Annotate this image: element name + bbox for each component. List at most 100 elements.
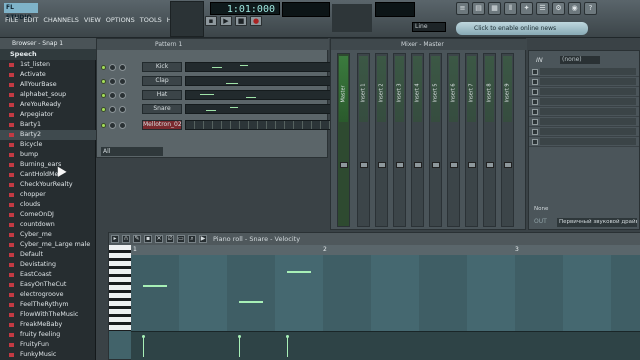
browser-item[interactable]: 1st_listen: [0, 60, 96, 70]
pan-knob[interactable]: [109, 91, 116, 99]
mixer-track-insert-1[interactable]: Insert 1: [357, 53, 370, 227]
effect-slot-2[interactable]: [529, 77, 639, 87]
menu-edit[interactable]: EDIT: [22, 14, 39, 26]
menu-file[interactable]: FILE: [4, 14, 19, 26]
velocity-bar[interactable]: [238, 335, 241, 357]
channel-rack-icon[interactable]: ▦: [488, 2, 501, 15]
note-grid[interactable]: [131, 255, 640, 331]
browser-item[interactable]: countdown: [0, 220, 96, 230]
browser-item[interactable]: chopper: [0, 190, 96, 200]
note[interactable]: [143, 285, 167, 287]
menu-view[interactable]: VIEW: [83, 14, 102, 26]
effect-slot-8[interactable]: [529, 137, 639, 147]
browser-item[interactable]: Barty1: [0, 120, 96, 130]
browser-item[interactable]: electrogroove: [0, 290, 96, 300]
channel-step-sequence[interactable]: [185, 76, 333, 86]
browser-item[interactable]: Cyber_me_Large male: [0, 240, 96, 250]
browser-item[interactable]: clouds: [0, 200, 96, 210]
browser-item[interactable]: Burning_ears: [0, 160, 96, 170]
mute-led[interactable]: [101, 92, 106, 98]
browser-item[interactable]: ComeOnDJ: [0, 210, 96, 220]
browser-item[interactable]: EasyOnTheCut: [0, 280, 96, 290]
browser-item[interactable]: bump: [0, 150, 96, 160]
pattern-mode-button[interactable]: ▪: [205, 16, 217, 26]
snap-dropdown[interactable]: Line: [412, 22, 446, 32]
channel-step-sequence[interactable]: [185, 120, 333, 130]
browser-item[interactable]: FeelTheRythym: [0, 300, 96, 310]
channel-button-clap[interactable]: Clap: [142, 76, 182, 86]
effect-slot-4[interactable]: [529, 97, 639, 107]
channel-step-sequence[interactable]: [185, 104, 333, 114]
browser-item[interactable]: EastCoast: [0, 270, 96, 280]
channel-button-kick[interactable]: Kick: [142, 62, 182, 72]
menu-tools[interactable]: TOOLS: [139, 14, 163, 26]
piano-roll-icon[interactable]: ▤: [472, 2, 485, 15]
plugin-icon[interactable]: ✦: [520, 2, 533, 15]
mixer-track-insert-5[interactable]: Insert 5: [429, 53, 442, 227]
channel-step-sequence[interactable]: [185, 62, 333, 72]
browser-item[interactable]: Cyber_me: [0, 230, 96, 240]
mixer-track-insert-7[interactable]: Insert 7: [465, 53, 478, 227]
mixer-icon[interactable]: ⫴: [504, 2, 517, 15]
browser-title[interactable]: Browser - Snap 1: [0, 38, 96, 49]
tempo-panel[interactable]: [170, 1, 204, 37]
note[interactable]: [287, 271, 311, 273]
browser-item[interactable]: Arpegiator: [0, 110, 96, 120]
piano-keyboard[interactable]: [109, 245, 131, 331]
pan-knob[interactable]: [109, 121, 116, 129]
browser-item[interactable]: FlowWithTheMusic: [0, 310, 96, 320]
effect-slot-7[interactable]: [529, 127, 639, 137]
render-icon[interactable]: ◉: [568, 2, 581, 15]
mixer-track-insert-8[interactable]: Insert 8: [483, 53, 496, 227]
browser-item[interactable]: Activate: [0, 70, 96, 80]
playlist-icon[interactable]: ≡: [456, 2, 469, 15]
channel-rack-title[interactable]: Pattern 1: [97, 39, 329, 50]
note[interactable]: [239, 301, 263, 303]
browser-item[interactable]: fruity feeling: [0, 330, 96, 340]
channel-step-sequence[interactable]: [185, 90, 333, 100]
browser-item[interactable]: CheckYourRealty: [0, 180, 96, 190]
brush-icon[interactable]: ▪: [144, 235, 152, 243]
volume-knob[interactable]: [119, 105, 126, 113]
pan-knob[interactable]: [109, 63, 116, 71]
browser-item[interactable]: Bicycle: [0, 140, 96, 150]
channel-button-snare[interactable]: Snare: [142, 104, 182, 114]
channel-button-hat[interactable]: Hat: [142, 90, 182, 100]
pan-knob[interactable]: [109, 77, 116, 85]
mixer-track-insert-6[interactable]: Insert 6: [447, 53, 460, 227]
browser-item[interactable]: Barty2: [0, 130, 96, 140]
menu-channels[interactable]: CHANNELS: [42, 14, 79, 26]
settings-icon[interactable]: ⚙: [552, 2, 565, 15]
browser-item[interactable]: FruityFun: [0, 340, 96, 350]
velocity-bar[interactable]: [286, 335, 289, 357]
play-button[interactable]: ▶: [220, 16, 232, 26]
input-select[interactable]: (none): [560, 56, 600, 64]
select-icon[interactable]: ▭: [177, 235, 185, 243]
channel-button-mellotron[interactable]: Mellotron_02: [142, 120, 182, 130]
volume-knob[interactable]: [119, 121, 126, 129]
browser-item[interactable]: AreYouReady: [0, 100, 96, 110]
mixer-track-insert-4[interactable]: Insert 4: [411, 53, 424, 227]
delete-icon[interactable]: ✕: [155, 235, 163, 243]
browser-item[interactable]: AllYourBase: [0, 80, 96, 90]
playback-icon[interactable]: ▶: [199, 235, 207, 243]
mute-led[interactable]: [101, 78, 106, 84]
mixer-track-insert-9[interactable]: Insert 9: [501, 53, 514, 227]
browser-folder-speech[interactable]: Speech: [0, 49, 96, 60]
velocity-bar[interactable]: [142, 335, 145, 357]
browser-item[interactable]: Devistating: [0, 260, 96, 270]
song-pattern-switch[interactable]: [332, 4, 372, 32]
velocity-lane[interactable]: [131, 331, 640, 360]
browser-item[interactable]: FreakMeBaby: [0, 320, 96, 330]
pan-knob[interactable]: [109, 105, 116, 113]
mute-icon[interactable]: ∅: [166, 235, 174, 243]
browser-item[interactable]: FunkyMusic: [0, 350, 96, 360]
stop-button[interactable]: ■: [235, 16, 247, 26]
volume-knob[interactable]: [119, 77, 126, 85]
browser-item[interactable]: CantHoldMe: [0, 170, 96, 180]
menu-options[interactable]: OPTIONS: [105, 14, 136, 26]
timeline-ruler[interactable]: 1 2 3: [131, 245, 640, 255]
volume-knob[interactable]: [119, 63, 126, 71]
mute-led[interactable]: [101, 64, 106, 70]
browser-item[interactable]: alphabet_soup: [0, 90, 96, 100]
